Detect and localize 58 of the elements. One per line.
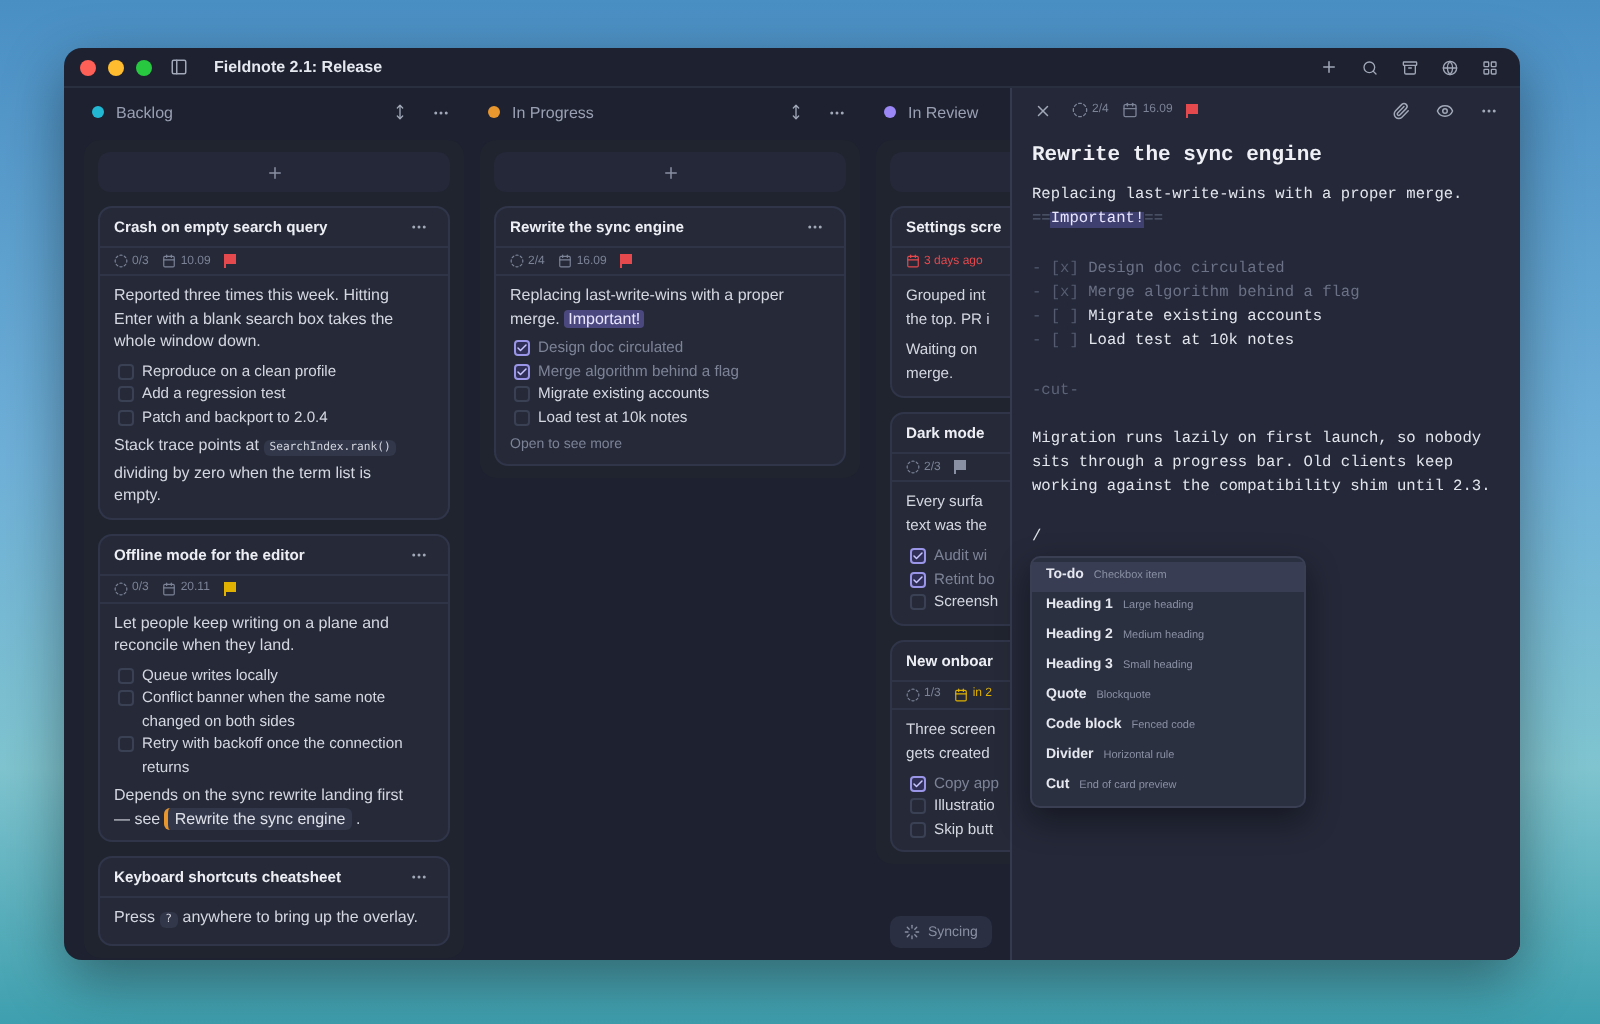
grid-icon bbox=[1482, 59, 1498, 75]
move-icon bbox=[392, 104, 408, 120]
progress-icon bbox=[114, 254, 128, 268]
checkbox[interactable] bbox=[514, 409, 530, 425]
spinner-icon bbox=[904, 924, 920, 940]
plus-icon bbox=[661, 163, 679, 181]
checkbox[interactable] bbox=[910, 594, 926, 610]
calendar-icon bbox=[906, 254, 920, 268]
archive-icon bbox=[1402, 59, 1418, 75]
checkbox[interactable] bbox=[910, 775, 926, 791]
calendar-icon bbox=[162, 254, 177, 268]
calendar-icon bbox=[1122, 102, 1139, 118]
minimize-button[interactable] bbox=[108, 59, 124, 75]
plus-icon bbox=[265, 163, 283, 181]
checkbox[interactable] bbox=[514, 363, 530, 379]
calendar-icon bbox=[162, 581, 177, 595]
close-icon bbox=[1034, 101, 1052, 119]
search-icon bbox=[1362, 59, 1378, 75]
eye-icon bbox=[1436, 101, 1454, 119]
calendar-icon bbox=[954, 687, 969, 701]
task-card[interactable] bbox=[98, 206, 450, 519]
checkbox[interactable] bbox=[118, 409, 134, 425]
card-link[interactable]: Rewrite the sync engine bbox=[164, 807, 352, 829]
progress-icon bbox=[114, 581, 128, 595]
progress-icon bbox=[1072, 102, 1088, 118]
paperclip-icon bbox=[1392, 101, 1410, 119]
progress-icon bbox=[906, 687, 920, 701]
card-text: Replacing last-write-wins with a proper merge. Important! bbox=[510, 284, 786, 330]
column-title: In Review bbox=[908, 103, 979, 121]
globe-icon bbox=[1442, 59, 1458, 75]
card-text: Let people keep writing on a plane and reconcile when they land. bbox=[114, 611, 391, 657]
plus-icon bbox=[1320, 58, 1338, 76]
progress-icon bbox=[510, 254, 524, 268]
checkbox[interactable] bbox=[118, 690, 134, 706]
checkbox[interactable] bbox=[118, 667, 134, 683]
checkbox[interactable] bbox=[514, 386, 530, 402]
window-title: Fieldnote 2.1: Release bbox=[214, 58, 383, 76]
checkbox[interactable] bbox=[118, 363, 134, 379]
column-title: Backlog bbox=[116, 103, 173, 121]
task-card[interactable] bbox=[98, 533, 450, 842]
checkbox[interactable] bbox=[118, 736, 134, 752]
card-text: Depends on the sync rewrite landing first — see Rewrite the sync engine . bbox=[114, 784, 406, 830]
calendar-icon bbox=[558, 254, 573, 268]
move-icon bbox=[788, 104, 804, 120]
checkbox[interactable] bbox=[910, 571, 926, 587]
close-button[interactable] bbox=[80, 59, 96, 75]
column-title: In Progress bbox=[512, 103, 594, 121]
zoom-button[interactable] bbox=[136, 59, 152, 75]
card-text: Reported three times this week. Hitting Enter with a blank search box takes the whole window down. bbox=[114, 284, 396, 353]
task-card[interactable] bbox=[494, 206, 846, 466]
checkbox[interactable] bbox=[910, 548, 926, 564]
editor-title: Rewrite the sync engine bbox=[1032, 144, 1324, 168]
sidebar-icon bbox=[170, 58, 188, 76]
checkbox[interactable] bbox=[910, 821, 926, 837]
checkbox[interactable] bbox=[118, 386, 134, 402]
checkbox[interactable] bbox=[514, 340, 530, 356]
checkbox[interactable] bbox=[910, 798, 926, 814]
progress-icon bbox=[906, 460, 920, 474]
